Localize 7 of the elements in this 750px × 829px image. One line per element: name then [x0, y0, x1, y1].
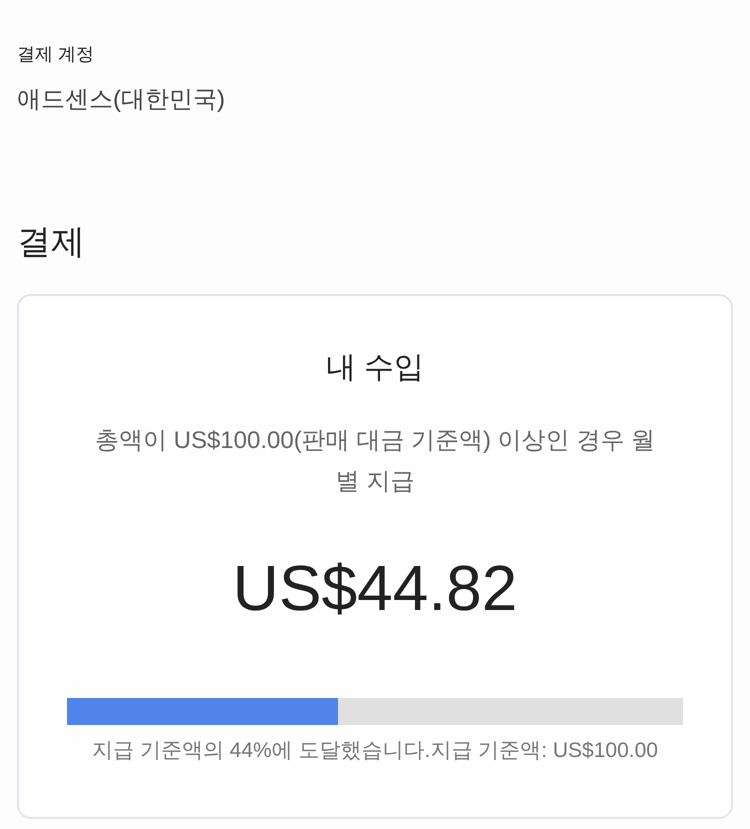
payout-description: 총액이 US$100.00(판매 대금 기준액) 이상인 경우 월별 지급 — [94, 426, 656, 497]
section-title: 결제 — [17, 222, 86, 263]
progress-caption: 지급 기준액의 44%에 도달했습니다.지급 기준액: US$100.00 — [92, 738, 658, 764]
field-label: 결제 계정 — [17, 43, 96, 66]
card-title: 내 수입 — [326, 350, 424, 386]
earnings-amount: US$44.82 — [232, 551, 518, 626]
field-value: 애드센스(대한민국) — [17, 85, 226, 115]
